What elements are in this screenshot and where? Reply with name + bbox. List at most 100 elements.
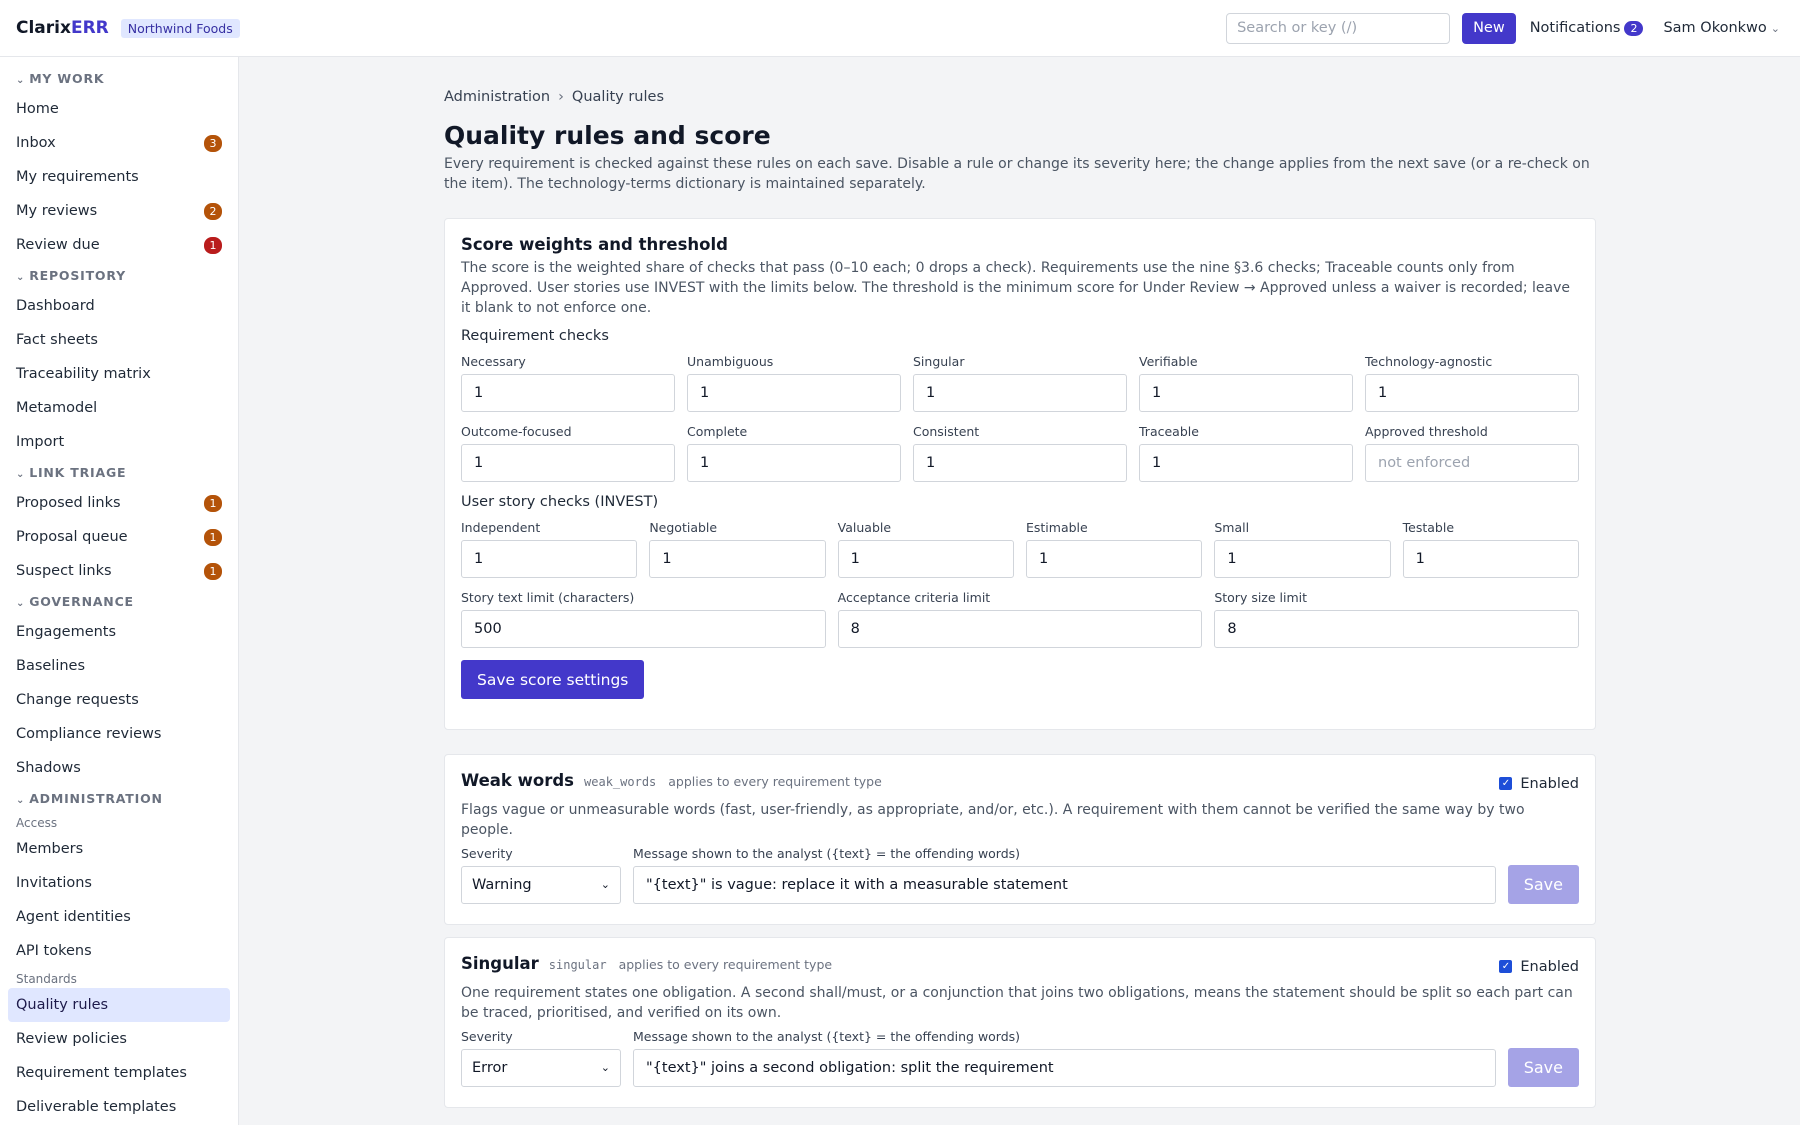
sidebar-item-engagements[interactable]: Engagements xyxy=(8,615,230,649)
weight-valuable-input[interactable] xyxy=(837,540,1014,578)
search-input[interactable] xyxy=(1226,12,1451,44)
weight-unambiguous-input[interactable] xyxy=(687,374,901,412)
sidebar-item-home[interactable]: Home xyxy=(8,92,230,126)
count-badge: 1 xyxy=(204,494,222,512)
rule-message-input[interactable] xyxy=(633,865,1496,904)
weight-complete-input[interactable] xyxy=(687,444,901,482)
sidebar-item-deliverable-templates[interactable]: Deliverable templates xyxy=(8,1090,230,1124)
weight-consistent-input[interactable] xyxy=(913,444,1127,482)
sidebar-item-proposal-queue[interactable]: Proposal queue 1 xyxy=(8,520,230,554)
weight-testable-input[interactable] xyxy=(1402,540,1579,578)
weight-field: Complete xyxy=(687,424,901,482)
sidebar-item-baselines[interactable]: Baselines xyxy=(8,649,230,683)
breadcrumb-parent-link[interactable]: Administration xyxy=(444,89,550,105)
weight-field: Unambiguous xyxy=(687,354,901,412)
section-administration[interactable]: ⌄ ADMINISTRATION xyxy=(8,785,230,812)
rule-enabled-toggle[interactable]: ✓ Enabled xyxy=(1499,776,1579,792)
section-link-triage[interactable]: ⌄ LINK TRIAGE xyxy=(8,459,230,486)
field-label: Estimable xyxy=(1025,520,1088,535)
sidebar-item-requirement-templates[interactable]: Requirement templates xyxy=(8,1056,230,1090)
rule-message-input[interactable] xyxy=(633,1048,1496,1087)
threshold-field: Approved threshold xyxy=(1365,424,1579,482)
rule-description: One requirement states one obligation. A… xyxy=(461,984,1573,1021)
sidebar-item-proposed-links[interactable]: Proposed links 1 xyxy=(8,486,230,520)
rule-header: Singular singular applies to every requi… xyxy=(461,954,1579,975)
weight-small-input[interactable] xyxy=(1214,540,1391,578)
sidebar-item-my-reviews[interactable]: My reviews 2 xyxy=(8,194,230,228)
weight-technology-agnostic-input[interactable] xyxy=(1365,374,1579,412)
save-score-settings-button[interactable]: Save score settings xyxy=(461,660,645,699)
message-field: Message shown to the analyst ({text} = t… xyxy=(633,1029,1496,1087)
story-text-limit-input[interactable] xyxy=(461,610,826,648)
sidebar-item-review-policies[interactable]: Review policies xyxy=(8,1022,230,1056)
logo-accent: ERR xyxy=(70,18,109,38)
sidebar-item-fact-sheets[interactable]: Fact sheets xyxy=(8,323,230,357)
sidebar-item-label: Change requests xyxy=(16,692,139,708)
field-label: Traceable xyxy=(1139,424,1199,439)
sidebar-item-my-requirements[interactable]: My requirements xyxy=(8,160,230,194)
severity-value: Warning xyxy=(472,876,532,893)
sidebar-item-api-tokens[interactable]: API tokens xyxy=(8,934,230,968)
user-menu[interactable]: Sam Okonkwo ⌄ xyxy=(1663,20,1780,36)
top-right: New Notifications 2 Sam Okonkwo⌄ xyxy=(1226,12,1784,44)
save-rule-button[interactable]: Save xyxy=(1507,864,1579,904)
sidebar-item-review-due[interactable]: Review due 1 xyxy=(8,228,230,262)
new-button[interactable]: New xyxy=(1462,12,1516,44)
weight-independent-input[interactable] xyxy=(461,540,638,578)
section-title: GOVERNANCE xyxy=(29,594,134,609)
sidebar-item-dashboard[interactable]: Dashboard xyxy=(8,289,230,323)
field-label: Small xyxy=(1214,520,1250,535)
user-name: Sam Okonkwo xyxy=(1663,20,1767,36)
story-size-limit-input[interactable] xyxy=(1214,610,1579,648)
section-my-work[interactable]: ⌄ MY WORK xyxy=(8,65,230,92)
chevron-down-icon: ⌄ xyxy=(16,598,26,609)
severity-value: Error xyxy=(472,1059,508,1076)
sidebar-item-label: Home xyxy=(16,101,59,117)
sidebar-item-label: Fact sheets xyxy=(16,332,98,348)
field-label: Verifiable xyxy=(1139,354,1198,369)
section-governance[interactable]: ⌄ GOVERNANCE xyxy=(8,588,230,615)
app-logo[interactable]: ClarixERR xyxy=(16,18,109,38)
weight-field: Necessary xyxy=(461,354,675,412)
sidebar-item-label: Members xyxy=(16,841,84,857)
score-card-description: The score is the weighted share of check… xyxy=(461,260,1570,316)
sidebar-item-metamodel[interactable]: Metamodel xyxy=(8,391,230,425)
sidebar-item-label: API tokens xyxy=(16,943,92,959)
chevron-down-icon: ⌄ xyxy=(600,1061,610,1074)
weight-outcome-focused-input[interactable] xyxy=(461,444,675,482)
weight-field: Verifiable xyxy=(1139,354,1353,412)
rule-header: Weak words weak_words applies to every r… xyxy=(461,771,1579,792)
weight-estimable-input[interactable] xyxy=(1025,540,1203,578)
breadcrumb-current: Quality rules xyxy=(571,89,664,105)
chevron-down-icon: ⌄ xyxy=(600,878,610,891)
sidebar-item-members[interactable]: Members xyxy=(8,832,230,866)
save-rule-button[interactable]: Save xyxy=(1507,1047,1579,1087)
sidebar-item-suspect-links[interactable]: Suspect links 1 xyxy=(8,554,230,588)
weight-verifiable-input[interactable] xyxy=(1139,374,1353,412)
sidebar-item-quality-rules[interactable]: Quality rules xyxy=(8,988,230,1022)
sidebar-item-label: Inbox xyxy=(16,135,56,151)
sidebar-item-inbox[interactable]: Inbox 3 xyxy=(8,126,230,160)
notifications-label: Notifications xyxy=(1529,20,1621,36)
notifications-button[interactable]: Notifications 2 xyxy=(1530,20,1644,36)
rule-code: singular xyxy=(548,958,607,972)
acceptance-criteria-limit-input[interactable] xyxy=(837,610,1203,648)
severity-select[interactable]: Error ⌄ xyxy=(461,1048,621,1087)
severity-select[interactable]: Warning ⌄ xyxy=(461,865,621,904)
sidebar-item-change-requests[interactable]: Change requests xyxy=(8,683,230,717)
sidebar-item-agent-identities[interactable]: Agent identities xyxy=(8,900,230,934)
field-label: Complete xyxy=(687,424,748,439)
approved-threshold-input[interactable] xyxy=(1365,444,1579,482)
field-label: Singular xyxy=(913,354,965,369)
sidebar-item-invitations[interactable]: Invitations xyxy=(8,866,230,900)
rule-enabled-toggle[interactable]: ✓ Enabled xyxy=(1499,959,1579,975)
weight-singular-input[interactable] xyxy=(913,374,1127,412)
section-repository[interactable]: ⌄ REPOSITORY xyxy=(8,262,230,289)
weight-traceable-input[interactable] xyxy=(1139,444,1353,482)
sidebar-item-compliance-reviews[interactable]: Compliance reviews xyxy=(8,717,230,751)
sidebar-item-traceability-matrix[interactable]: Traceability matrix xyxy=(8,357,230,391)
sidebar-item-shadows[interactable]: Shadows xyxy=(8,751,230,785)
sidebar-item-import[interactable]: Import xyxy=(8,425,230,459)
weight-necessary-input[interactable] xyxy=(461,374,675,412)
weight-negotiable-input[interactable] xyxy=(649,540,826,578)
